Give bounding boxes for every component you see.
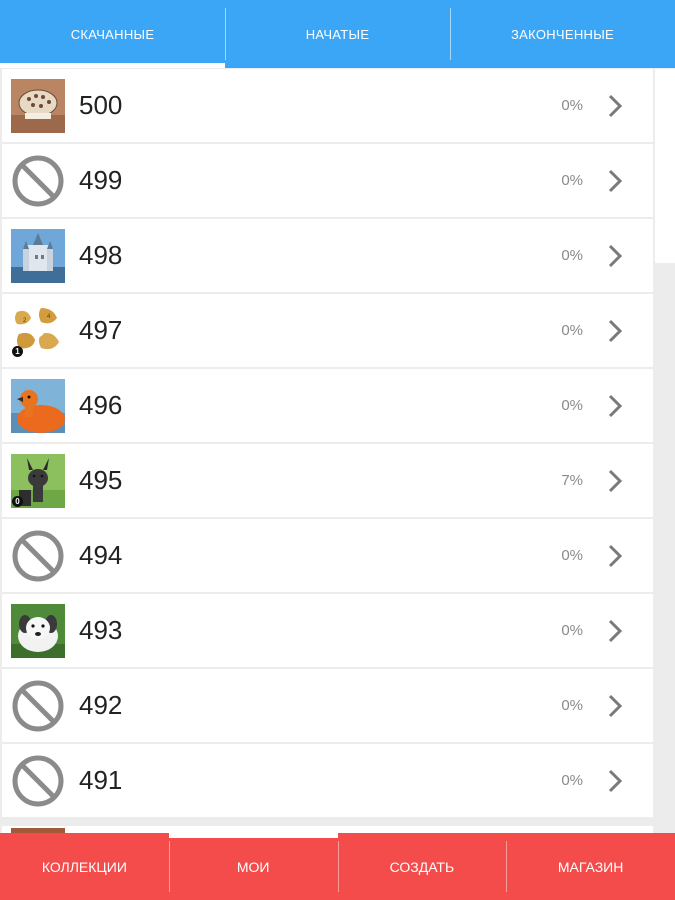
progress-text: 0%: [561, 322, 583, 339]
chevron-right-icon: [608, 694, 623, 718]
prohibited-icon: [11, 679, 65, 733]
progress-text: 0%: [561, 172, 583, 189]
list-item[interactable]: 492 0%: [2, 669, 653, 742]
list-item[interactable]: 493 0%: [2, 594, 653, 667]
list-item[interactable]: 494 0%: [2, 519, 653, 592]
list-item[interactable]: 498 0%: [2, 219, 653, 292]
prohibited-icon: [11, 529, 65, 583]
nav-mine-label: МОИ: [236, 858, 270, 875]
puzzle-number: 500: [79, 90, 123, 120]
list-item[interactable]: 2 4 1 497 0%: [2, 294, 653, 367]
tab-downloaded[interactable]: СКАЧАННЫЕ: [0, 0, 225, 68]
bottom-nav-bar: КОЛЛЕКЦИИ МОИ СОЗДАТЬ МАГАЗИН: [0, 833, 675, 900]
chevron-right-icon: [608, 769, 623, 793]
puzzle-number: 491: [79, 765, 123, 795]
tab-downloaded-label: СКАЧАННЫЕ: [70, 26, 155, 42]
tab-started-label: НАЧАТЫЕ: [305, 26, 370, 42]
tab-started[interactable]: НАЧАТЫЕ: [225, 0, 450, 68]
top-tab-bar: СКАЧАННЫЕ НАЧАТЫЕ ЗАКОНЧЕННЫЕ: [0, 0, 675, 68]
list-item[interactable]: 499 0%: [2, 144, 653, 217]
chevron-right-icon: [608, 544, 623, 568]
puzzle-number: 499: [79, 165, 123, 195]
prohibited-icon: [11, 154, 65, 208]
scrollbar-thumb[interactable]: [655, 69, 675, 263]
progress-text: 7%: [561, 472, 583, 489]
progress-text: 0%: [561, 247, 583, 264]
nav-create[interactable]: СОЗДАТЬ: [337, 833, 507, 900]
nav-shop[interactable]: МАГАЗИН: [506, 833, 675, 900]
progress-text: 0%: [561, 622, 583, 639]
chevron-right-icon: [608, 469, 623, 493]
tab-finished[interactable]: ЗАКОНЧЕННЫЕ: [450, 0, 675, 68]
chevron-right-icon: [608, 244, 623, 268]
list-item-partial[interactable]: [2, 826, 653, 833]
duck-thumbnail: [11, 379, 65, 433]
list-item[interactable]: 0 495 7%: [2, 444, 653, 517]
puzzle-number: 492: [79, 690, 123, 720]
puzzle-number: 493: [79, 615, 123, 645]
castle-thumbnail: [11, 229, 65, 283]
chevron-right-icon: [608, 319, 623, 343]
chevron-right-icon: [608, 169, 623, 193]
nav-mine[interactable]: МОИ: [168, 833, 338, 900]
piece-count-badge: 1: [12, 346, 23, 357]
puzzle-number: 496: [79, 390, 123, 420]
dog-thumbnail: [11, 604, 65, 658]
chevron-right-icon: [608, 394, 623, 418]
puzzle-number: 497: [79, 315, 123, 345]
list-item[interactable]: 500 0%: [2, 69, 653, 142]
list-item[interactable]: 496 0%: [2, 369, 653, 442]
app-window: СКАЧАННЫЕ НАЧАТЫЕ ЗАКОНЧЕННЫЕ 500 0% 499…: [0, 0, 675, 900]
prohibited-icon: [11, 754, 65, 808]
nav-collections[interactable]: КОЛЛЕКЦИИ: [0, 833, 169, 900]
chevron-right-icon: [608, 619, 623, 643]
progress-text: 0%: [561, 397, 583, 414]
progress-text: 0%: [561, 772, 583, 789]
puzzle-pieces-thumbnail: 2 4 1: [11, 304, 65, 358]
progress-text: 0%: [561, 697, 583, 714]
lamp-thumbnail: [11, 79, 65, 133]
nav-create-label: СОЗДАТЬ: [389, 858, 455, 875]
nav-collections-label: КОЛЛЕКЦИИ: [41, 858, 127, 875]
puzzle-number: 494: [79, 540, 123, 570]
list-item[interactable]: 491 0%: [2, 744, 653, 817]
puzzle-number: 495: [79, 465, 123, 495]
puzzle-number: 498: [79, 240, 123, 270]
okapi-thumbnail: 0: [11, 454, 65, 508]
progress-text: 0%: [561, 547, 583, 564]
tab-finished-label: ЗАКОНЧЕННЫЕ: [510, 26, 615, 42]
puzzle-list: 500 0% 499 0% 498 0% 2 4 1 497 0% 496 0%…: [0, 69, 653, 833]
list-scrollbar[interactable]: [655, 69, 675, 833]
piece-count-badge: 0: [12, 496, 23, 507]
progress-text: 0%: [561, 97, 583, 114]
nav-shop-label: МАГАЗИН: [557, 858, 624, 875]
chevron-right-icon: [608, 94, 623, 118]
